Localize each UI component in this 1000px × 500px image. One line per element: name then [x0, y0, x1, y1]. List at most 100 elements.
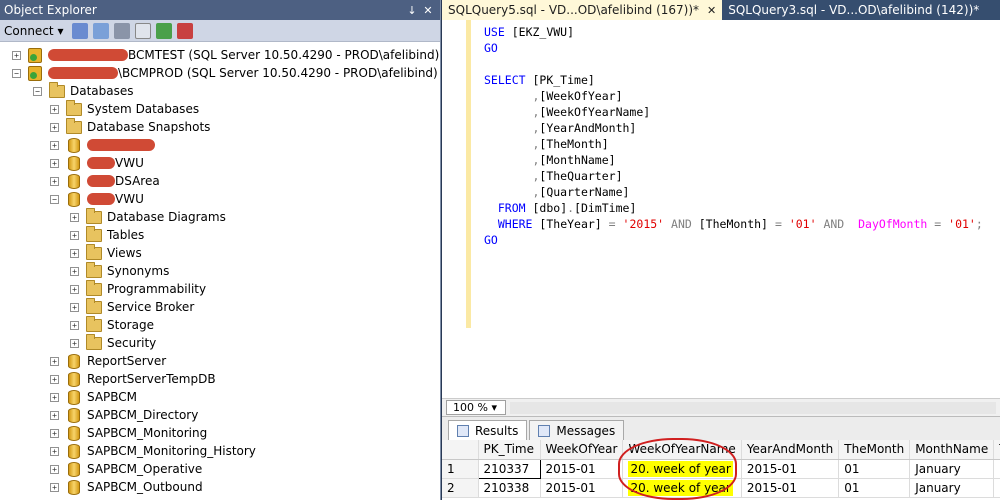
tree-node[interactable]: + ReportServer — [50, 352, 166, 370]
results-grid[interactable]: PK_Time WeekOfYear WeekOfYearName YearAndMo… — [442, 440, 1000, 500]
grid-cell[interactable]: 2015-01 — [741, 478, 840, 498]
tree-node[interactable]: − VWU — [50, 190, 144, 208]
expand-icon[interactable]: + — [50, 392, 59, 402]
tree-node[interactable]: + Tables — [70, 225, 144, 244]
tree-node[interactable]: − \BCMPROD (SQL Server 10.50.4290 - PROD\… — [12, 64, 438, 82]
tree-node[interactable]: + Storage — [70, 315, 154, 334]
tree-node[interactable]: + ReportServerTempDB — [50, 370, 216, 388]
tree-node[interactable]: − Databases — [33, 81, 134, 100]
tree-node-label: Security — [107, 336, 157, 350]
expand-icon[interactable]: + — [50, 158, 59, 168]
tab-results[interactable]: Results — [448, 420, 528, 440]
code-line: USE [EKZ_VWU] — [484, 25, 575, 39]
expand-icon[interactable]: + — [50, 356, 59, 366]
object-explorer-toolbar: Connect ▾ — [0, 20, 440, 42]
expand-icon[interactable]: + — [50, 122, 59, 132]
horizontal-scrollbar[interactable] — [510, 401, 996, 414]
column-header[interactable]: WeekOfYear — [540, 440, 624, 460]
sql-code[interactable]: USE [EKZ_VWU] GO SELECT [PK_Time] ,[WeekO… — [484, 24, 983, 248]
tab-query-2[interactable]: SQLQuery3.sql - VD...OD\afelibind (142))… — [722, 0, 985, 20]
tree-node[interactable]: + — [50, 136, 155, 154]
tree-node[interactable]: + SAPBCM_Operative — [50, 460, 202, 478]
collapse-icon[interactable]: − — [33, 86, 42, 96]
tree-node[interactable]: + Database Snapshots — [50, 117, 211, 136]
expand-icon[interactable]: + — [12, 50, 21, 60]
tree-node[interactable]: + SAPBCM_Directory — [50, 406, 198, 424]
query-editor[interactable]: USE [EKZ_VWU] GO SELECT [PK_Time] ,[WeekO… — [442, 20, 1000, 398]
database-icon — [68, 353, 80, 369]
grid-cell[interactable]: January — [909, 478, 995, 498]
grid-cell[interactable]: January — [909, 459, 995, 479]
close-icon[interactable]: ✕ — [420, 4, 436, 17]
expand-icon[interactable]: + — [50, 482, 59, 492]
zoom-select[interactable]: 100 % ▾ — [446, 400, 506, 415]
tree-node[interactable]: + Programmability — [70, 279, 206, 298]
tree-node[interactable]: + Database Diagrams — [70, 207, 226, 226]
grid-cell[interactable]: 20. week of year — [622, 459, 742, 479]
expand-icon[interactable]: + — [50, 374, 59, 384]
expand-icon[interactable]: + — [50, 176, 59, 186]
grid-cell[interactable]: 20. week of year — [622, 478, 742, 498]
tree-node[interactable]: + SAPBCM_Monitoring — [50, 424, 207, 442]
tree-node[interactable]: + Synonyms — [70, 261, 169, 280]
disconnect-icon[interactable] — [93, 22, 110, 39]
expand-icon[interactable]: + — [50, 410, 59, 420]
tree-node[interactable]: + Service Broker — [70, 297, 194, 316]
connect-button[interactable]: Connect ▾ — [4, 24, 63, 38]
column-header[interactable]: PK_Time — [478, 440, 541, 460]
grid-cell[interactable]: 2015-01 — [741, 459, 840, 479]
expand-icon[interactable]: + — [70, 230, 79, 240]
grid-cell[interactable]: 2015-01 — [540, 459, 624, 479]
tree-node[interactable]: + SAPBCM_Monitoring_History — [50, 442, 256, 460]
expand-icon[interactable]: + — [70, 248, 79, 258]
tree-node-label: VWU — [115, 156, 144, 170]
collapse-icon[interactable]: − — [12, 68, 21, 78]
pin-icon[interactable]: ↓ — [404, 4, 420, 17]
expand-icon[interactable]: + — [50, 464, 59, 474]
table-row[interactable]: 2 210338 2015-01 20. week of year 2015-01 01 J… — [442, 478, 1000, 498]
grid-cell[interactable]: 01 — [838, 478, 911, 498]
tree-node[interactable]: + DSArea — [50, 172, 160, 190]
grid-cell[interactable]: 1 — [993, 478, 1000, 498]
ssms-window: Object Explorer ↓ ✕ Connect ▾ + BCMTEST (… — [0, 0, 1000, 500]
close-icon[interactable]: ✕ — [707, 4, 716, 17]
connect-object-icon[interactable] — [72, 22, 89, 39]
collapse-icon[interactable]: − — [50, 194, 59, 204]
tab-messages[interactable]: Messages — [529, 420, 625, 440]
expand-icon[interactable]: + — [70, 338, 79, 348]
expand-icon[interactable]: + — [50, 140, 59, 150]
column-header[interactable]: WeekOfYearName — [622, 440, 742, 460]
grid-cell[interactable]: 210337 — [477, 458, 541, 479]
tree-node[interactable]: + BCMTEST (SQL Server 10.50.4290 - PROD\a… — [12, 46, 439, 64]
column-header[interactable]: TheMonth — [838, 440, 911, 460]
tree-node[interactable]: + System Databases — [50, 99, 199, 118]
expand-icon[interactable]: + — [50, 446, 59, 456]
expand-icon[interactable]: + — [50, 428, 59, 438]
expand-icon[interactable]: + — [50, 104, 59, 114]
tree-node[interactable]: + Views — [70, 243, 142, 262]
tree-node[interactable]: + SAPBCM_Outbound — [50, 478, 203, 496]
tab-query-1[interactable]: SQLQuery5.sql - VD...OD\afelibind (167))… — [442, 0, 723, 20]
row-number: 1 — [442, 459, 479, 479]
tree-node[interactable]: + SAPBCM — [50, 388, 137, 406]
grid-cell[interactable]: 2015-01 — [540, 478, 624, 498]
expand-icon[interactable]: + — [70, 320, 79, 330]
column-header[interactable]: MonthName — [909, 440, 995, 460]
tree-node-label: Database Snapshots — [87, 120, 211, 134]
grid-cell[interactable]: 210338 — [478, 478, 541, 498]
tree-node[interactable]: + Security — [70, 333, 157, 352]
filter-icon[interactable] — [135, 22, 152, 39]
column-header[interactable]: TheQua — [993, 440, 1000, 460]
expand-icon[interactable]: + — [70, 212, 79, 222]
stop-icon[interactable] — [114, 22, 131, 39]
expand-icon[interactable]: + — [70, 266, 79, 276]
column-header[interactable]: YearAndMonth — [741, 440, 840, 460]
expand-icon[interactable]: + — [70, 302, 79, 312]
refresh-icon[interactable] — [156, 22, 173, 39]
tree-node[interactable]: + VWU — [50, 154, 144, 172]
expand-icon[interactable]: + — [70, 284, 79, 294]
table-row[interactable]: 1 210337 2015-01 20. week of year 2015-01 01 J… — [442, 458, 1000, 479]
grid-cell[interactable]: 01 — [838, 459, 911, 479]
grid-cell[interactable]: 1 — [993, 459, 1000, 479]
start-powershell-icon[interactable] — [177, 22, 194, 39]
